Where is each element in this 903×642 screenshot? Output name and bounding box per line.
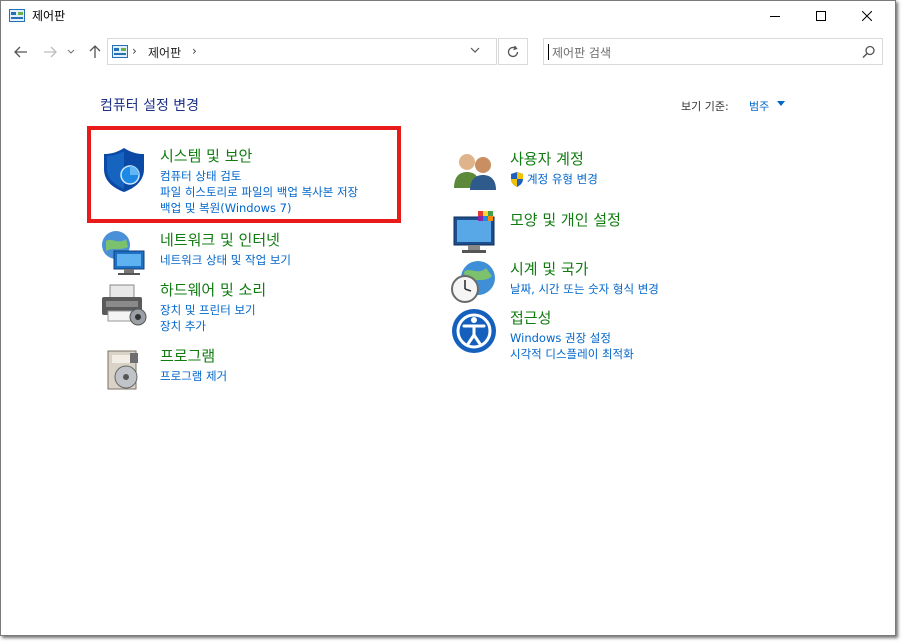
link-change-account-type[interactable]: 계정 유형 변경 — [510, 171, 598, 187]
category-title[interactable]: 시계 및 국가 — [510, 258, 589, 279]
navigation-bar: › 제어판 › 제어판 검색 — [1, 37, 895, 67]
category-title[interactable]: 사용자 계정 — [510, 148, 584, 169]
category-title[interactable]: 하드웨어 및 소리 — [160, 279, 266, 300]
link-add-device[interactable]: 장치 추가 — [160, 318, 256, 334]
clock-globe-icon[interactable] — [450, 258, 498, 306]
programs-icon[interactable] — [100, 345, 148, 393]
users-icon[interactable] — [450, 148, 498, 196]
recent-locations-button[interactable] — [65, 43, 77, 61]
title-bar: 제어판 — [1, 1, 895, 31]
printer-icon[interactable] — [100, 279, 148, 327]
minimize-icon — [770, 16, 780, 17]
forward-arrow-icon — [44, 46, 57, 58]
category-title[interactable]: 네트워크 및 인터넷 — [160, 229, 280, 250]
category-title[interactable]: 접근성 — [510, 307, 551, 328]
uac-shield-icon — [511, 171, 523, 187]
up-arrow-icon — [89, 45, 101, 58]
chevron-down-icon — [67, 49, 75, 54]
link-date-time-format[interactable]: 날짜, 시간 또는 숫자 형식 변경 — [510, 281, 659, 297]
forward-button[interactable] — [41, 43, 59, 61]
display-icon[interactable] — [450, 209, 498, 257]
address-bar[interactable]: › 제어판 › — [107, 38, 497, 65]
breadcrumb-separator[interactable]: › — [192, 44, 197, 58]
back-button[interactable] — [12, 43, 30, 61]
link-label[interactable]: 계정 유형 변경 — [527, 171, 598, 187]
back-arrow-icon — [14, 46, 27, 58]
window-title: 제어판 — [32, 9, 66, 23]
highlight-box — [87, 126, 401, 223]
close-icon — [862, 11, 872, 21]
category-title[interactable]: 모양 및 개인 설정 — [510, 209, 621, 230]
category-title[interactable]: 프로그램 — [160, 345, 215, 366]
minimize-button[interactable] — [752, 1, 798, 31]
link-uninstall-program[interactable]: 프로그램 제거 — [160, 368, 227, 384]
view-by-dropdown[interactable]: 범주 — [749, 98, 769, 114]
link-optimize-visual-display[interactable]: 시각적 디스플레이 최적화 — [510, 346, 634, 362]
accessibility-icon[interactable] — [450, 307, 498, 355]
control-panel-icon — [9, 9, 25, 22]
link-network-status[interactable]: 네트워크 상태 및 작업 보기 — [160, 252, 291, 268]
close-button[interactable] — [844, 1, 890, 31]
search-placeholder: 제어판 검색 — [552, 46, 612, 60]
network-icon[interactable] — [100, 229, 148, 277]
link-recommended-settings[interactable]: Windows 권장 설정 — [510, 330, 634, 346]
control-panel-icon — [112, 45, 128, 58]
maximize-button[interactable] — [798, 1, 844, 31]
breadcrumb-separator[interactable]: › — [132, 44, 137, 58]
text-cursor — [548, 44, 549, 60]
refresh-button[interactable] — [498, 38, 528, 65]
maximize-icon — [816, 11, 826, 21]
breadcrumb-control-panel[interactable]: 제어판 — [148, 44, 181, 61]
control-panel-window: 제어판 › 제어판 › 제어판 검색 컴퓨터 설정 변경 보기 기준: 범주 시… — [0, 0, 896, 636]
address-dropdown-icon[interactable] — [470, 47, 480, 54]
up-button[interactable] — [86, 43, 104, 61]
refresh-icon — [507, 45, 519, 57]
search-icon[interactable] — [862, 45, 876, 59]
view-by-label: 보기 기준: — [681, 100, 729, 113]
search-input[interactable]: 제어판 검색 — [543, 38, 883, 65]
link-devices-printers[interactable]: 장치 및 프린터 보기 — [160, 302, 256, 318]
page-title: 컴퓨터 설정 변경 — [100, 98, 200, 114]
chevron-down-icon[interactable] — [777, 101, 785, 106]
